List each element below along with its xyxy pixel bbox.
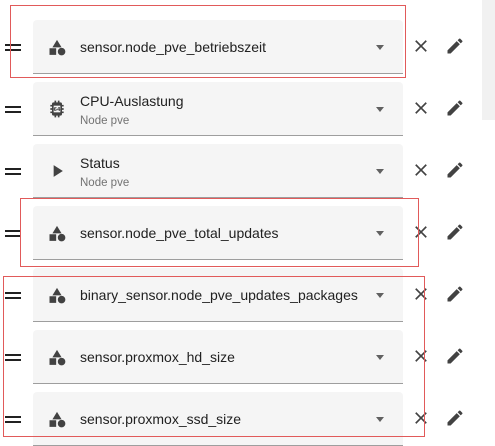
pencil-icon[interactable] xyxy=(445,346,465,366)
entity-device: Node pve xyxy=(80,115,130,127)
pencil-icon[interactable] xyxy=(445,284,465,304)
chevron-down-icon[interactable] xyxy=(376,107,384,112)
pencil-icon[interactable] xyxy=(445,160,465,180)
drag-handle-icon[interactable] xyxy=(5,106,21,113)
pencil-icon[interactable] xyxy=(445,98,465,118)
svg-text:64: 64 xyxy=(54,107,61,113)
close-icon[interactable] xyxy=(411,36,431,56)
entity-device: Node pve xyxy=(80,177,130,189)
scrollbar[interactable] xyxy=(482,0,495,120)
close-icon[interactable] xyxy=(411,160,431,180)
play-icon xyxy=(47,161,67,181)
drag-handle-icon[interactable] xyxy=(5,230,21,237)
entity-picker[interactable]: Status Node pve xyxy=(33,144,403,198)
pencil-icon[interactable] xyxy=(445,222,465,242)
highlight-box xyxy=(3,276,425,437)
pencil-icon[interactable] xyxy=(445,36,465,56)
entity-name: CPU-Auslastung xyxy=(80,93,184,109)
chevron-down-icon[interactable] xyxy=(376,169,384,174)
close-icon[interactable] xyxy=(411,98,431,118)
drag-handle-icon[interactable] xyxy=(5,168,21,175)
cpu-chip-icon: 64 xyxy=(47,99,67,119)
entity-row: Status Node pve xyxy=(0,144,470,198)
entity-name: Status xyxy=(80,155,120,171)
entity-picker[interactable]: 64 CPU-Auslastung Node pve xyxy=(33,82,403,136)
highlight-box xyxy=(10,5,406,78)
entity-row: 64 CPU-Auslastung Node pve xyxy=(0,82,470,136)
pencil-icon[interactable] xyxy=(445,408,465,428)
highlight-box xyxy=(20,198,419,267)
